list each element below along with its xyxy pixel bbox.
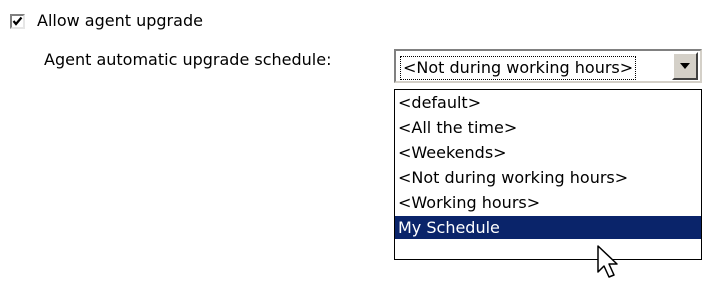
schedule-dropdown-list[interactable]: <default> <All the time> <Weekends> <Not…	[394, 89, 702, 260]
select-current-value[interactable]: <Not during working hours>	[400, 56, 637, 80]
upgrade-schedule-select[interactable]: <Not during working hours>	[394, 49, 702, 83]
allow-upgrade-label[interactable]: Allow agent upgrade	[37, 11, 203, 31]
upgrade-settings-panel: Allow agent upgrade Agent automatic upgr…	[0, 0, 702, 283]
mouse-pointer-icon	[597, 245, 623, 283]
upgrade-schedule-label: Agent automatic upgrade schedule:	[44, 50, 332, 69]
allow-upgrade-checkbox[interactable]	[10, 13, 25, 29]
check-icon	[12, 16, 23, 26]
dropdown-button[interactable]	[672, 52, 698, 80]
option-all-the-time[interactable]: <All the time>	[395, 116, 701, 139]
option-default[interactable]: <default>	[395, 91, 701, 114]
allow-upgrade-row[interactable]: Allow agent upgrade	[10, 9, 203, 33]
option-working-hours[interactable]: <Working hours>	[395, 191, 701, 214]
chevron-down-icon	[680, 63, 690, 69]
option-not-during-working-hours[interactable]: <Not during working hours>	[395, 166, 701, 189]
option-my-schedule[interactable]: My Schedule	[395, 216, 701, 239]
option-weekends[interactable]: <Weekends>	[395, 141, 701, 164]
